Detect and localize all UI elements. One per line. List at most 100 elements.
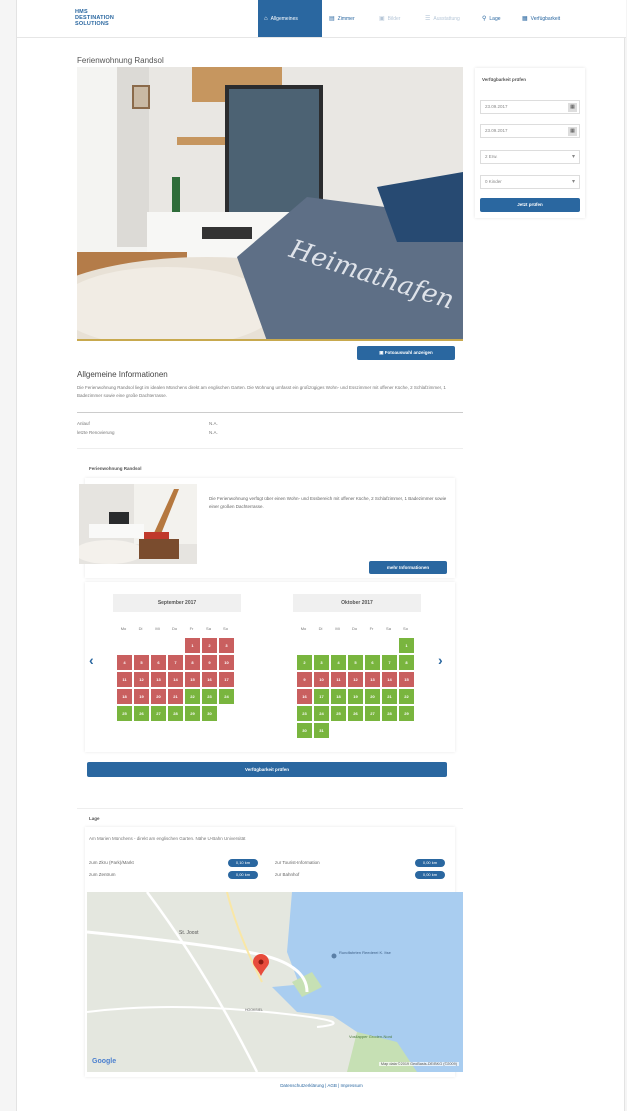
calendar-day-booked[interactable]: 6 (151, 655, 166, 670)
calendar-day-free[interactable]: 21 (382, 689, 397, 704)
map-attribution[interactable]: Map data ©2019 GeoBasis-DE/BKG (©2009) (378, 1062, 459, 1066)
calendar-day-free[interactable]: 4 (331, 655, 346, 670)
calendar-day-free[interactable]: 7 (382, 655, 397, 670)
calendar-day-booked[interactable]: 8 (185, 655, 200, 670)
tab-lage[interactable]: ⚲ Lage (482, 0, 501, 37)
children-select[interactable]: 0 Kinder ▾ (480, 175, 580, 189)
checkout-date-field[interactable]: 23.09.2017 ▦ (480, 124, 580, 138)
weekday-label: Fr (369, 626, 374, 631)
calendar-day-free[interactable]: 24 (314, 706, 329, 721)
calendar-day-free[interactable]: 31 (314, 723, 329, 738)
tab-bilder[interactable]: ▣ Bilder (379, 0, 400, 37)
weekday-label: Mo (120, 626, 127, 631)
unit-thumbnail[interactable] (79, 484, 197, 564)
calendar-day-free[interactable]: 27 (151, 706, 166, 721)
checkin-date-field[interactable]: 23.09.2017 ▦ (480, 100, 580, 114)
tab-zimmer[interactable]: ▤ Zimmer (329, 0, 355, 37)
calendar-day-booked[interactable]: 13 (365, 672, 380, 687)
calendar-day-booked[interactable]: 3 (219, 638, 234, 653)
calendar-day-booked[interactable]: 17 (219, 672, 234, 687)
calendar-day-booked[interactable]: 13 (151, 672, 166, 687)
calendar-day-free[interactable]: 22 (185, 689, 200, 704)
distance-badge: 0,00 km (415, 859, 445, 867)
calendar-day-booked[interactable]: 21 (168, 689, 183, 704)
calendar-day-booked[interactable]: 15 (185, 672, 200, 687)
calendar-day-booked[interactable]: 2 (202, 638, 217, 653)
calendar-day-free[interactable]: 30 (297, 723, 312, 738)
adults-select[interactable]: 2 Erw. ▾ (480, 150, 580, 164)
calendar-day-booked[interactable]: 14 (168, 672, 183, 687)
unit-heading: Ferienwohnung Randsol (89, 466, 142, 471)
calendar-day-booked[interactable]: 10 (219, 655, 234, 670)
calendar-day-booked[interactable]: 7 (168, 655, 183, 670)
attr-label: Anlauf (77, 421, 90, 426)
calendar-day-free[interactable]: 26 (348, 706, 363, 721)
location-map[interactable]: St. Joost Rundfahrten Reederei K. Itse H… (87, 892, 463, 1072)
calendar-day-free[interactable]: 25 (331, 706, 346, 721)
calendar-day-booked[interactable]: 19 (134, 689, 149, 704)
calendar-day-booked[interactable]: 15 (399, 672, 414, 687)
calendar-day-booked[interactable]: 9 (202, 655, 217, 670)
calendar-icon[interactable]: ▦ (568, 103, 577, 112)
calendar-day-free[interactable]: 19 (348, 689, 363, 704)
check-now-button[interactable]: Jetzt prüfen (480, 198, 580, 212)
calendar-day-free[interactable]: 2 (297, 655, 312, 670)
footer-links[interactable]: Datenschutzerklärung | AGB | Impressum (17, 1083, 626, 1088)
next-month-button[interactable]: › (438, 652, 443, 668)
calendar-day-free[interactable]: 1 (399, 638, 414, 653)
calendar-day-free[interactable]: 28 (168, 706, 183, 721)
unit-photo (79, 484, 197, 564)
calendar-day-free[interactable]: 18 (331, 689, 346, 704)
weekday-label: Mi (155, 626, 160, 631)
tab-label: Bilder (387, 15, 401, 22)
calendar-day-booked[interactable]: 12 (134, 672, 149, 687)
calendar-day-booked[interactable]: 10 (314, 672, 329, 687)
hero-image[interactable]: Heimathafen (77, 67, 463, 341)
calendar-day-booked[interactable]: 1 (185, 638, 200, 653)
calendar-day-booked[interactable]: 20 (151, 689, 166, 704)
photo-gallery-button[interactable]: ▣ Fotoauswahl anzeigen (357, 346, 455, 360)
calendar-day-booked[interactable]: 16 (202, 672, 217, 687)
calendar-day-free[interactable]: 8 (399, 655, 414, 670)
more-info-button[interactable]: mehr Informationen (369, 561, 447, 574)
calendar-day-free[interactable]: 23 (297, 706, 312, 721)
general-description: Die Ferienwohnung Randsol liegt im ideal… (77, 385, 446, 398)
calendar-day-free[interactable]: 5 (348, 655, 363, 670)
calendar-day-free[interactable]: 23 (202, 689, 217, 704)
calendar-day-booked[interactable]: 5 (134, 655, 149, 670)
calendar-day-booked[interactable]: 18 (117, 689, 132, 704)
prev-month-button[interactable]: ‹ (89, 652, 94, 668)
calendar-day-booked[interactable]: 9 (297, 672, 312, 687)
map-label: HOOKSIEL (245, 1008, 263, 1012)
calendar-day-free[interactable]: 20 (365, 689, 380, 704)
tab-ausstattung[interactable]: ☰ Ausstattung (425, 0, 460, 37)
calendar-day-booked[interactable]: 11 (117, 672, 132, 687)
calendar-day-free[interactable]: 6 (365, 655, 380, 670)
top-navbar: HMS DESTINATION SOLUTIONS ⌂ Allgemeines … (17, 0, 626, 38)
google-logo[interactable]: Google (92, 1058, 116, 1065)
calendar-day-booked[interactable]: 14 (382, 672, 397, 687)
calendar-day-free[interactable]: 30 (202, 706, 217, 721)
calendar-icon[interactable]: ▦ (568, 127, 577, 136)
tab-allgemeines[interactable]: ⌂ Allgemeines (258, 0, 322, 37)
calendar-day-free[interactable]: 3 (314, 655, 329, 670)
weekday-label: Do (351, 626, 358, 631)
calendar-day-free[interactable]: 29 (399, 706, 414, 721)
calendar-day-free[interactable]: 25 (117, 706, 132, 721)
calendar-day-free[interactable]: 22 (399, 689, 414, 704)
calendar-day-free[interactable]: 28 (382, 706, 397, 721)
check-availability-button[interactable]: Verfügbarkeit prüfen (87, 762, 447, 777)
calendar-day-free[interactable]: 29 (185, 706, 200, 721)
calendar-day-booked[interactable]: 16 (297, 689, 312, 704)
calendar-day-free[interactable]: 27 (365, 706, 380, 721)
calendar-day-booked[interactable]: 4 (117, 655, 132, 670)
unit-description: Die Ferienwohnung verfügt über einen Woh… (209, 496, 447, 509)
calendar-day-booked[interactable]: 12 (348, 672, 363, 687)
tab-verfuegbarkeit[interactable]: ▦ Verfügbarkeit (522, 0, 560, 37)
calendar-day-booked[interactable]: 11 (331, 672, 346, 687)
calendar-day-free[interactable]: 26 (134, 706, 149, 721)
distance-badge: 0,10 km (228, 859, 258, 867)
brand-logo[interactable]: HMS DESTINATION SOLUTIONS (75, 9, 135, 27)
calendar-day-free[interactable]: 24 (219, 689, 234, 704)
calendar-day-free[interactable]: 17 (314, 689, 329, 704)
